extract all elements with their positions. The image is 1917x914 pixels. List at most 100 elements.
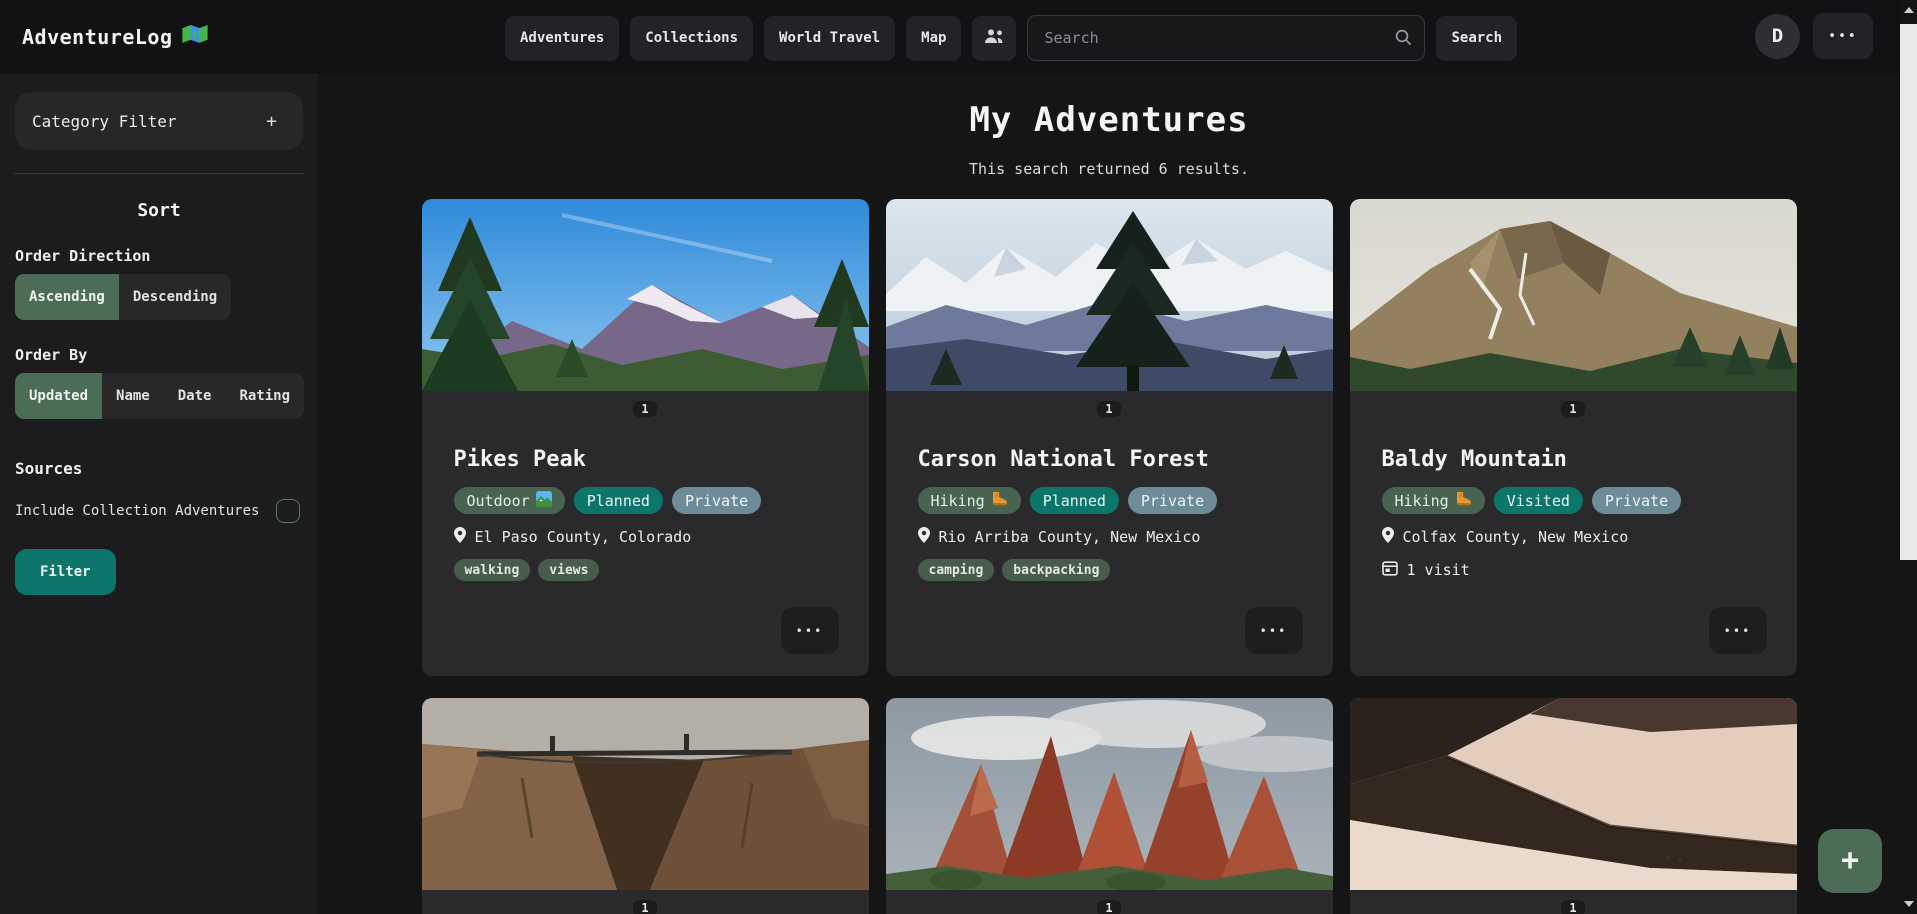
- category-label: Hiking: [1395, 492, 1449, 510]
- tag-row: walking views: [454, 559, 839, 581]
- card-more-button[interactable]: •••: [1245, 607, 1303, 654]
- badge-row: HikingVisitedPrivate: [1382, 487, 1767, 514]
- order-by-updated[interactable]: Updated: [15, 373, 102, 419]
- scrollbar-up-arrow[interactable]: [1904, 7, 1914, 13]
- boot-icon: [991, 491, 1008, 510]
- tag-pill: walking: [454, 559, 531, 581]
- people-icon: [984, 29, 1005, 47]
- order-by-label: Order By: [15, 346, 303, 364]
- location-text: Colfax County, New Mexico: [1403, 528, 1629, 546]
- order-direction-descending[interactable]: Descending: [119, 274, 231, 320]
- adventure-card[interactable]: 1Baldy MountainHikingVisitedPrivateColfa…: [1350, 199, 1797, 676]
- plus-expand-icon: +: [266, 111, 277, 132]
- adventure-card[interactable]: 1 Pikes Peak Outdoor Planned Private El Paso …: [422, 199, 869, 676]
- order-direction-label: Order Direction: [15, 247, 303, 265]
- sand-dunes-image[interactable]: [1350, 698, 1797, 890]
- nav-links: AdventuresCollectionsWorld TravelMap: [505, 15, 1517, 61]
- include-collections-checkbox[interactable]: [276, 499, 300, 523]
- search-input[interactable]: [1027, 15, 1425, 61]
- category-filter-label: Category Filter: [32, 112, 177, 131]
- boot-icon: [1455, 491, 1472, 510]
- nav-adventures[interactable]: Adventures: [505, 16, 619, 61]
- include-collections-label: Include Collection Adventures: [15, 503, 259, 519]
- order-by-date[interactable]: Date: [164, 373, 226, 419]
- sidebar-divider: [14, 173, 304, 174]
- filter-button[interactable]: Filter: [15, 549, 116, 595]
- adventure-count-badge: 1: [1561, 900, 1585, 914]
- adventure-title[interactable]: Baldy Mountain: [1382, 447, 1767, 472]
- include-collections-row: Include Collection Adventures: [15, 499, 303, 523]
- adventure-grid: 1 Pikes Peak Outdoor Planned Private El Paso …: [318, 199, 1900, 914]
- search-field-wrap: [1027, 15, 1425, 61]
- adventure-count-badge: 1: [1097, 900, 1121, 914]
- card-more-button[interactable]: •••: [1709, 607, 1767, 654]
- nav-map[interactable]: Map: [906, 16, 961, 61]
- order-direction-ascending[interactable]: Ascending: [15, 274, 119, 320]
- scrollbar-down-arrow[interactable]: [1904, 901, 1914, 907]
- search-icon: [1395, 29, 1412, 50]
- navbar-right: D •••: [1755, 13, 1873, 59]
- nav-world-travel[interactable]: World Travel: [764, 16, 895, 61]
- category-label: Outdoor: [467, 492, 530, 510]
- adventure-card[interactable]: 1: [886, 698, 1333, 914]
- page-title: My Adventures: [318, 100, 1900, 140]
- badge-row: Outdoor Planned Private: [454, 487, 839, 514]
- users-button[interactable]: [972, 16, 1016, 61]
- adventure-title[interactable]: Pikes Peak: [454, 447, 839, 472]
- adventure-count-badge: 1: [1097, 401, 1121, 417]
- order-direction-group: AscendingDescending: [15, 274, 231, 320]
- adventure-card[interactable]: 1: [422, 698, 869, 914]
- navbar: AdventureLog AdventuresCollectionsWorld …: [0, 0, 1900, 74]
- adventure-card[interactable]: 1Carson National ForestHikingPlannedPriv…: [886, 199, 1333, 676]
- status-badge: Planned: [1030, 487, 1119, 514]
- page-scrollbar: [1900, 0, 1917, 914]
- adventure-title[interactable]: Carson National Forest: [918, 447, 1303, 472]
- scrollbar-thumb[interactable]: [1900, 24, 1917, 560]
- add-adventure-button[interactable]: +: [1818, 829, 1882, 893]
- location-pin-icon: [454, 527, 466, 547]
- avatar[interactable]: D: [1755, 14, 1800, 59]
- carson-forest-image[interactable]: [886, 199, 1333, 391]
- order-by-rating[interactable]: Rating: [225, 373, 304, 419]
- baldy-mountain-image[interactable]: [1350, 199, 1797, 391]
- visits-row: 1 visit: [1382, 560, 1767, 580]
- tag-pill: views: [538, 559, 599, 581]
- order-by-name[interactable]: Name: [102, 373, 164, 419]
- location-row: Rio Arriba County, New Mexico: [918, 527, 1303, 547]
- location-text: Rio Arriba County, New Mexico: [939, 528, 1201, 546]
- location-row: Colfax County, New Mexico: [1382, 527, 1767, 547]
- adventure-count-badge: 1: [633, 401, 657, 417]
- category-label: Hiking: [931, 492, 985, 510]
- pikes-peak-image[interactable]: [422, 199, 869, 391]
- category-badge: Hiking: [918, 487, 1021, 514]
- filter-sidebar: Category Filter + Sort Order Direction A…: [0, 74, 318, 914]
- tag-pill: backpacking: [1002, 559, 1110, 581]
- royal-gorge-bridge-image[interactable]: [422, 698, 869, 890]
- adventure-card[interactable]: 1: [1350, 698, 1797, 914]
- adventure-count-badge: 1: [1561, 401, 1585, 417]
- nav-collections[interactable]: Collections: [630, 16, 753, 61]
- app-logo[interactable]: AdventureLog: [22, 25, 208, 50]
- card-more-button[interactable]: •••: [781, 607, 839, 654]
- location-pin-icon: [1382, 527, 1394, 547]
- location-pin-icon: [918, 527, 930, 547]
- status-badge: Planned: [574, 487, 663, 514]
- visibility-badge: Private: [672, 487, 761, 514]
- sources-heading: Sources: [15, 459, 303, 478]
- badge-row: HikingPlannedPrivate: [918, 487, 1303, 514]
- adventure-count-badge: 1: [633, 900, 657, 914]
- tag-row: camping backpacking: [918, 559, 1303, 581]
- location-row: El Paso County, Colorado: [454, 527, 839, 547]
- adventurelog-app: AdventureLog AdventuresCollectionsWorld …: [0, 0, 1917, 914]
- navbar-more-button[interactable]: •••: [1813, 13, 1873, 59]
- category-badge: Outdoor: [454, 487, 565, 514]
- order-by-group: UpdatedNameDateRating: [15, 373, 304, 419]
- visits-text: 1 visit: [1407, 561, 1470, 579]
- app-title: AdventureLog: [22, 25, 173, 49]
- tag-pill: camping: [918, 559, 995, 581]
- category-filter-toggle[interactable]: Category Filter +: [15, 92, 303, 150]
- status-badge: Visited: [1494, 487, 1583, 514]
- results-count-text: This search returned 6 results.: [318, 160, 1900, 178]
- search-button[interactable]: Search: [1436, 16, 1517, 61]
- garden-of-the-gods-image[interactable]: [886, 698, 1333, 890]
